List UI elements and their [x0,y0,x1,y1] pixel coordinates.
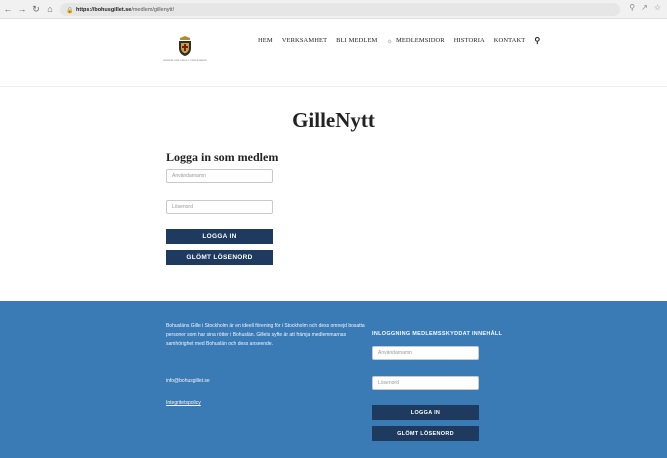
nav-hem[interactable]: HEM [258,37,273,44]
footer-email-link[interactable]: info@bohusgillet.se [166,378,210,384]
address-bar[interactable]: 🔒 https://bohusgillet.se/medlem/gillenyt… [60,3,620,16]
footer-login-button[interactable]: LOGGA IN [372,405,479,420]
main-nav: HEM VERKSAMHET BLI MEDLEM ☼ MEDLEMSIDOR … [258,36,540,45]
back-icon[interactable]: ← [2,1,14,17]
logo-text: BOHUSLÄNS GILLE I STOCKHOLM [163,59,207,62]
footer-description: Bohusläns Gille i Stockholm är en ideell… [166,323,365,347]
forward-icon[interactable]: → [16,1,28,17]
footer-forgot-password-button[interactable]: GLÖMT LÖSENORD [372,426,479,441]
browser-toolbar: ← → ↻ ⌂ 🔒 https://bohusgillet.se/medlem/… [0,0,667,19]
footer-policy-link[interactable]: Integritetspolicy [166,400,201,406]
nav-bli-medlem[interactable]: BLI MEDLEM [336,37,377,44]
forgot-password-button[interactable]: GLÖMT LÖSENORD [166,250,273,265]
reload-icon[interactable]: ↻ [30,1,42,17]
user-icon: ☼ [386,36,393,45]
star-icon[interactable]: ☆ [654,3,661,12]
crest-icon [179,36,191,56]
nav-verksamhet[interactable]: VERKSAMHET [282,37,327,44]
home-icon[interactable]: ⌂ [44,1,56,17]
footer-login-heading: INLOGGNING MEDLEMSSKYDDAT INNEHÅLL [372,331,503,337]
page-title: GilleNytt [292,108,375,132]
header-divider [0,86,667,87]
username-input[interactable] [166,169,273,183]
footer-username-input[interactable] [372,346,479,360]
password-input[interactable] [166,200,273,214]
url-path: /medlem/gillenytt/ [131,6,175,13]
search-icon[interactable]: ⚲ [534,36,540,45]
login-heading: Logga in som medlem [166,150,279,164]
nav-medlemsidor-label: MEDLEMSIDOR [395,37,445,44]
footer-password-input[interactable] [372,376,479,390]
login-button[interactable]: LOGGA IN [166,229,273,244]
zoom-icon[interactable]: ⚲ [629,3,635,12]
nav-kontakt[interactable]: KONTAKT [494,37,526,44]
lock-icon: 🔒 [66,7,74,14]
share-icon[interactable]: ↗ [641,3,648,12]
nav-medlemsidor[interactable]: ☼ MEDLEMSIDOR [386,37,444,45]
url-host: https://bohusgillet.se [76,6,132,13]
site-logo[interactable]: BOHUSLÄNS GILLE I STOCKHOLM [163,35,207,71]
nav-historia[interactable]: HISTORIA [454,37,485,44]
